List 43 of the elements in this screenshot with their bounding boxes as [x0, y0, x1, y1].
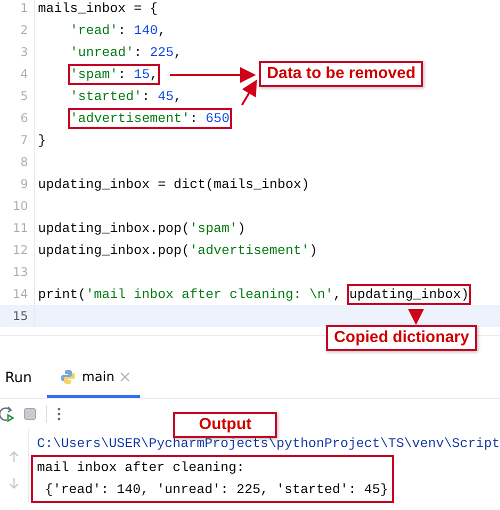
line-number: 8 [19, 155, 29, 169]
line-number: 13 [12, 265, 29, 279]
line-number: 14 [12, 287, 29, 301]
line-number: 10 [12, 199, 29, 213]
line-number: 9 [19, 177, 29, 191]
line-number: 4 [19, 67, 29, 81]
line-number: 12 [12, 243, 29, 257]
python-icon [60, 369, 76, 385]
line-number: 11 [12, 221, 29, 235]
rerun-icon[interactable] [0, 406, 14, 422]
code-text: print('mail inbox after cleaning: \n', [37, 286, 342, 304]
console-line: C:\Users\USER\PycharmProjects\pythonProject\TS\venv\Script [37, 435, 500, 453]
code-text: 'read': 140, [69, 22, 167, 40]
line-number: 7 [19, 133, 29, 147]
line-number: 2 [19, 23, 29, 37]
line-number: 15 [12, 309, 29, 323]
stop-icon[interactable] [24, 408, 36, 420]
callout-label: Output [173, 412, 278, 438]
more-icon[interactable] [57, 407, 61, 421]
console-line: {'read': 140, 'unread': 225, 'started': 45} [44, 481, 388, 499]
code-text: 'unread': 225, [69, 44, 183, 62]
line-number: 6 [19, 111, 29, 125]
run-tab[interactable]: main [47, 369, 140, 398]
console-line: mail inbox after cleaning: [37, 459, 246, 477]
code-text: 'spam': 15, [68, 64, 160, 84]
code-text: 'advertisement': 650 [68, 108, 232, 128]
line-number: 1 [19, 1, 29, 15]
line-number: 5 [19, 89, 29, 103]
line-number: 3 [19, 45, 29, 59]
up-arrow-icon[interactable] [9, 451, 19, 463]
callout-label: Copied dictionary [326, 325, 478, 351]
code-text: updating_inbox = dict(mails_inbox) [37, 176, 310, 194]
arrow [408, 309, 424, 325]
code-text: updating_inbox) [347, 284, 471, 304]
code-text: mails_inbox = { [37, 0, 159, 18]
panel-title: Run [4, 370, 33, 388]
code-text: 'started': 45, [69, 88, 183, 106]
code-text: } [37, 132, 47, 150]
code-text: updating_inbox.pop('spam') [37, 220, 246, 238]
callout-label: Data to be removed [259, 61, 424, 87]
down-arrow-icon[interactable] [9, 477, 19, 489]
close-icon[interactable] [120, 372, 130, 382]
code-text: updating_inbox.pop('advertisement') [37, 242, 318, 260]
